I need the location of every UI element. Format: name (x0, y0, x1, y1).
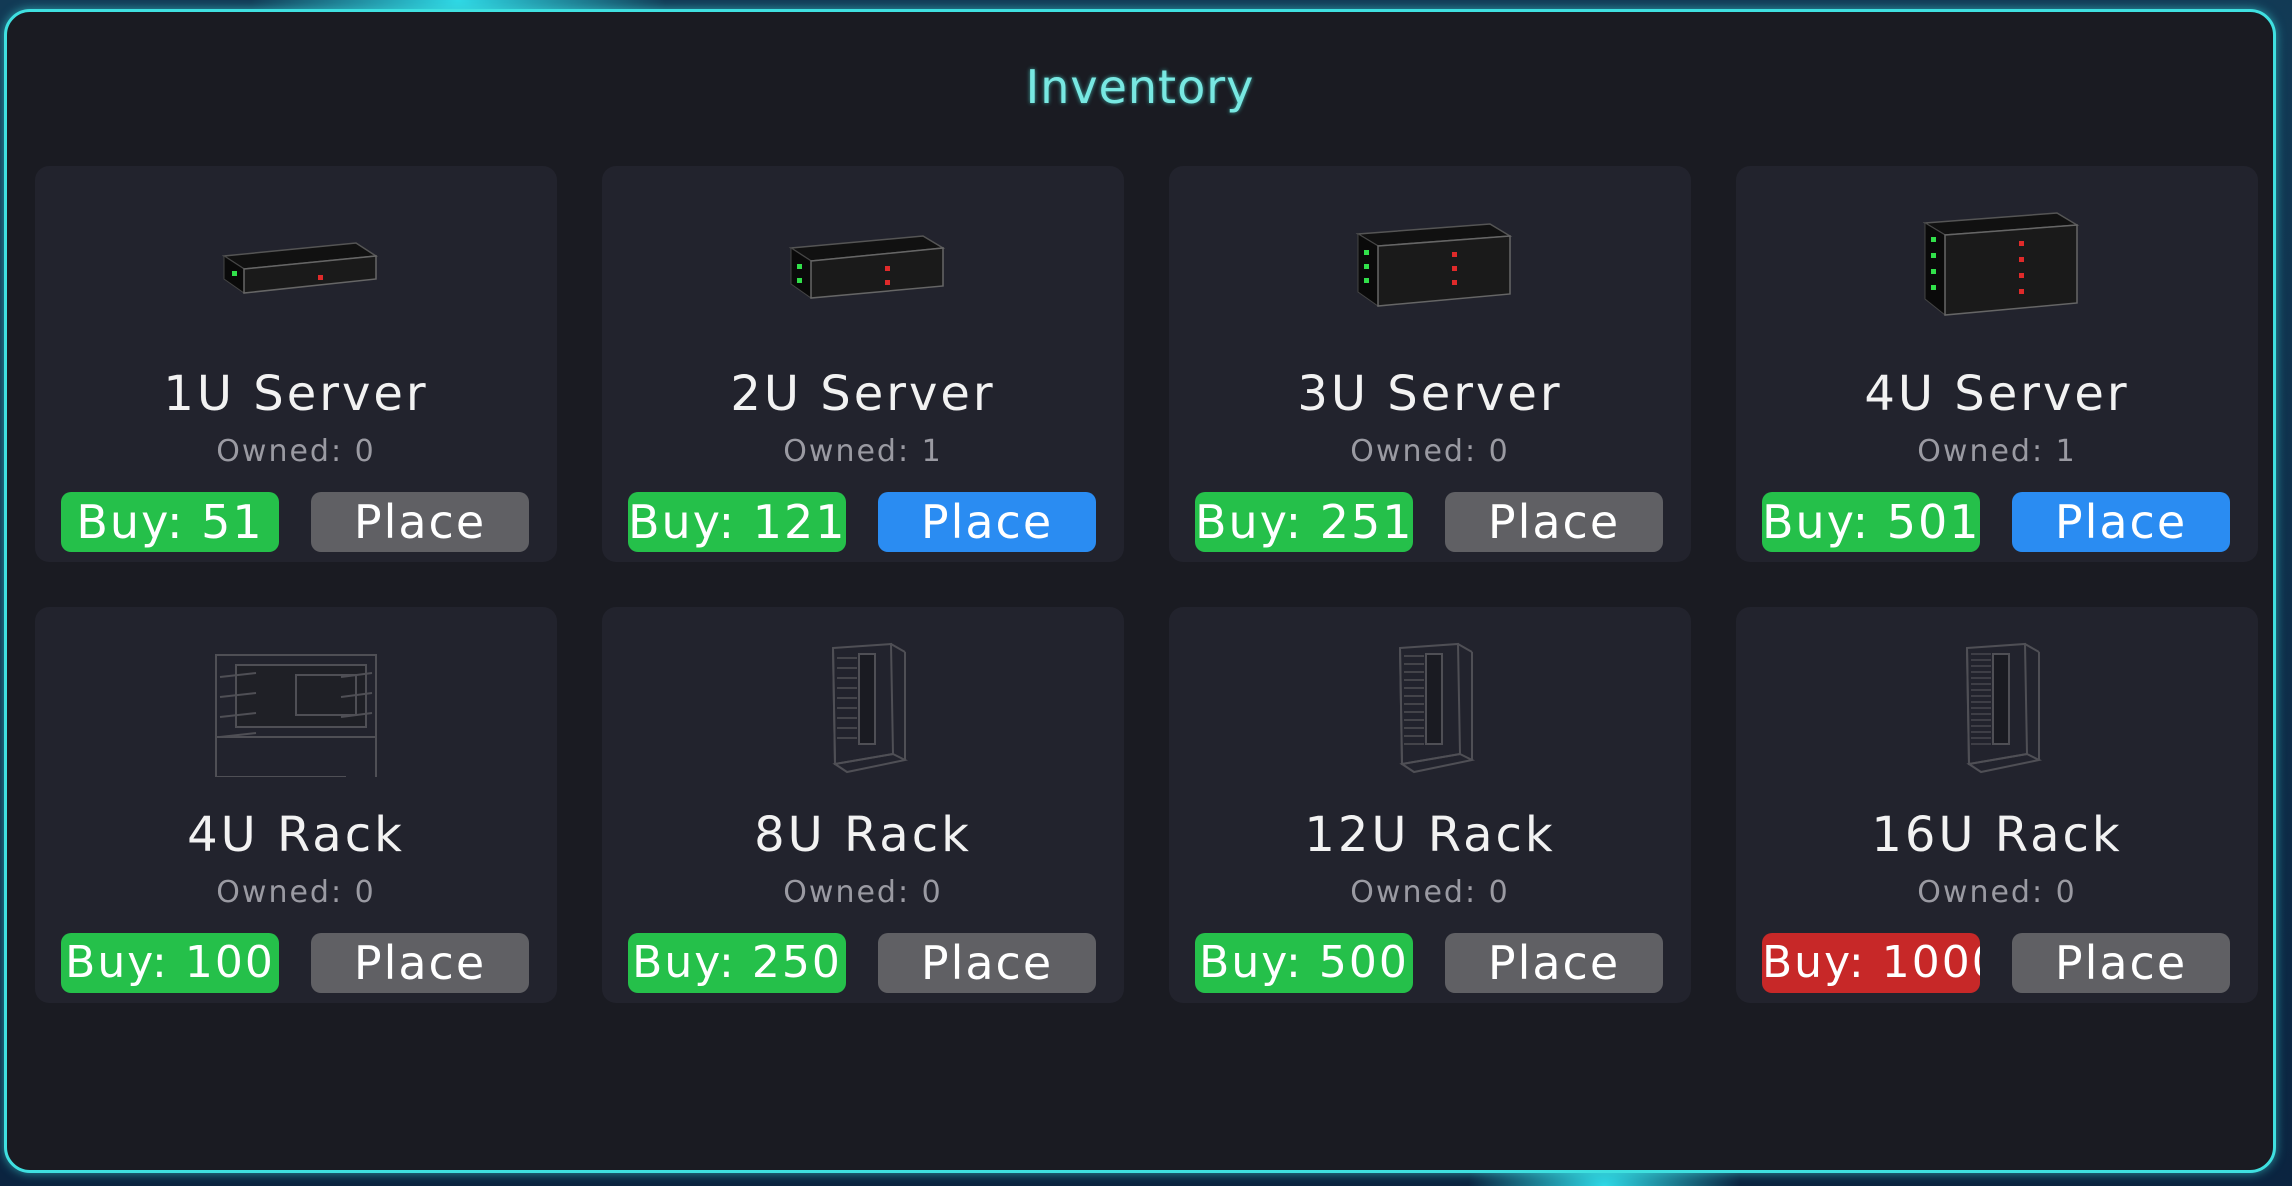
server-3u-icon (1169, 206, 1691, 336)
item-name: 2U Server (730, 366, 996, 422)
buy-button[interactable]: Buy: 250 (628, 933, 846, 993)
place-button[interactable]: Place (878, 492, 1096, 552)
item-card-4u-server: 4U Server Owned: 1 Buy: 501 Place (1736, 166, 2258, 562)
rack-4u-icon (35, 647, 557, 777)
rack-16u-icon (1736, 642, 2258, 777)
item-owned-count: Owned: 1 (783, 434, 943, 469)
server-2u-icon (602, 206, 1124, 336)
place-button[interactable]: Place (311, 933, 529, 993)
server-4u-icon (1736, 206, 2258, 336)
inventory-grid: 1U Server Owned: 0 Buy: 51 Place 2U Serv… (35, 166, 2267, 1003)
buy-button[interactable]: Buy: 501 (1762, 492, 1980, 552)
item-owned-count: Owned: 0 (1917, 875, 2077, 910)
rack-8u-icon (602, 642, 1124, 777)
item-name: 12U Rack (1304, 807, 1556, 863)
item-name: 16U Rack (1871, 807, 2123, 863)
buy-button[interactable]: Buy: 100 (61, 933, 279, 993)
buy-button[interactable]: Buy: 251 (1195, 492, 1413, 552)
buy-button[interactable]: Buy: 1000 (1762, 933, 1980, 993)
item-name: 8U Rack (754, 807, 972, 863)
place-button[interactable]: Place (2012, 933, 2230, 993)
item-name: 1U Server (163, 366, 429, 422)
inventory-panel: Inventory 1U Server Owned: 0 Buy: 51 Pla… (4, 9, 2276, 1173)
item-owned-count: Owned: 0 (216, 875, 376, 910)
item-owned-count: Owned: 0 (1350, 875, 1510, 910)
item-card-1u-server: 1U Server Owned: 0 Buy: 51 Place (35, 166, 557, 562)
item-name: 4U Server (1864, 366, 2130, 422)
item-name: 3U Server (1297, 366, 1563, 422)
place-button[interactable]: Place (1445, 492, 1663, 552)
item-card-12u-rack: 12U Rack Owned: 0 Buy: 500 Place (1169, 607, 1691, 1003)
place-button[interactable]: Place (311, 492, 529, 552)
item-owned-count: Owned: 0 (216, 434, 376, 469)
rack-12u-icon (1169, 642, 1691, 777)
place-button[interactable]: Place (2012, 492, 2230, 552)
buy-button[interactable]: Buy: 500 (1195, 933, 1413, 993)
buy-button[interactable]: Buy: 51 (61, 492, 279, 552)
item-card-4u-rack: 4U Rack Owned: 0 Buy: 100 Place (35, 607, 557, 1003)
item-name: 4U Rack (187, 807, 405, 863)
inventory-title: Inventory (1025, 60, 1255, 114)
item-owned-count: Owned: 1 (1917, 434, 2077, 469)
place-button[interactable]: Place (1445, 933, 1663, 993)
buy-button[interactable]: Buy: 121 (628, 492, 846, 552)
server-1u-icon (35, 206, 557, 336)
item-card-2u-server: 2U Server Owned: 1 Buy: 121 Place (602, 166, 1124, 562)
item-owned-count: Owned: 0 (783, 875, 943, 910)
item-card-3u-server: 3U Server Owned: 0 Buy: 251 Place (1169, 166, 1691, 562)
item-owned-count: Owned: 0 (1350, 434, 1510, 469)
item-card-16u-rack: 16U Rack Owned: 0 Buy: 1000 Place (1736, 607, 2258, 1003)
place-button[interactable]: Place (878, 933, 1096, 993)
item-card-8u-rack: 8U Rack Owned: 0 Buy: 250 Place (602, 607, 1124, 1003)
